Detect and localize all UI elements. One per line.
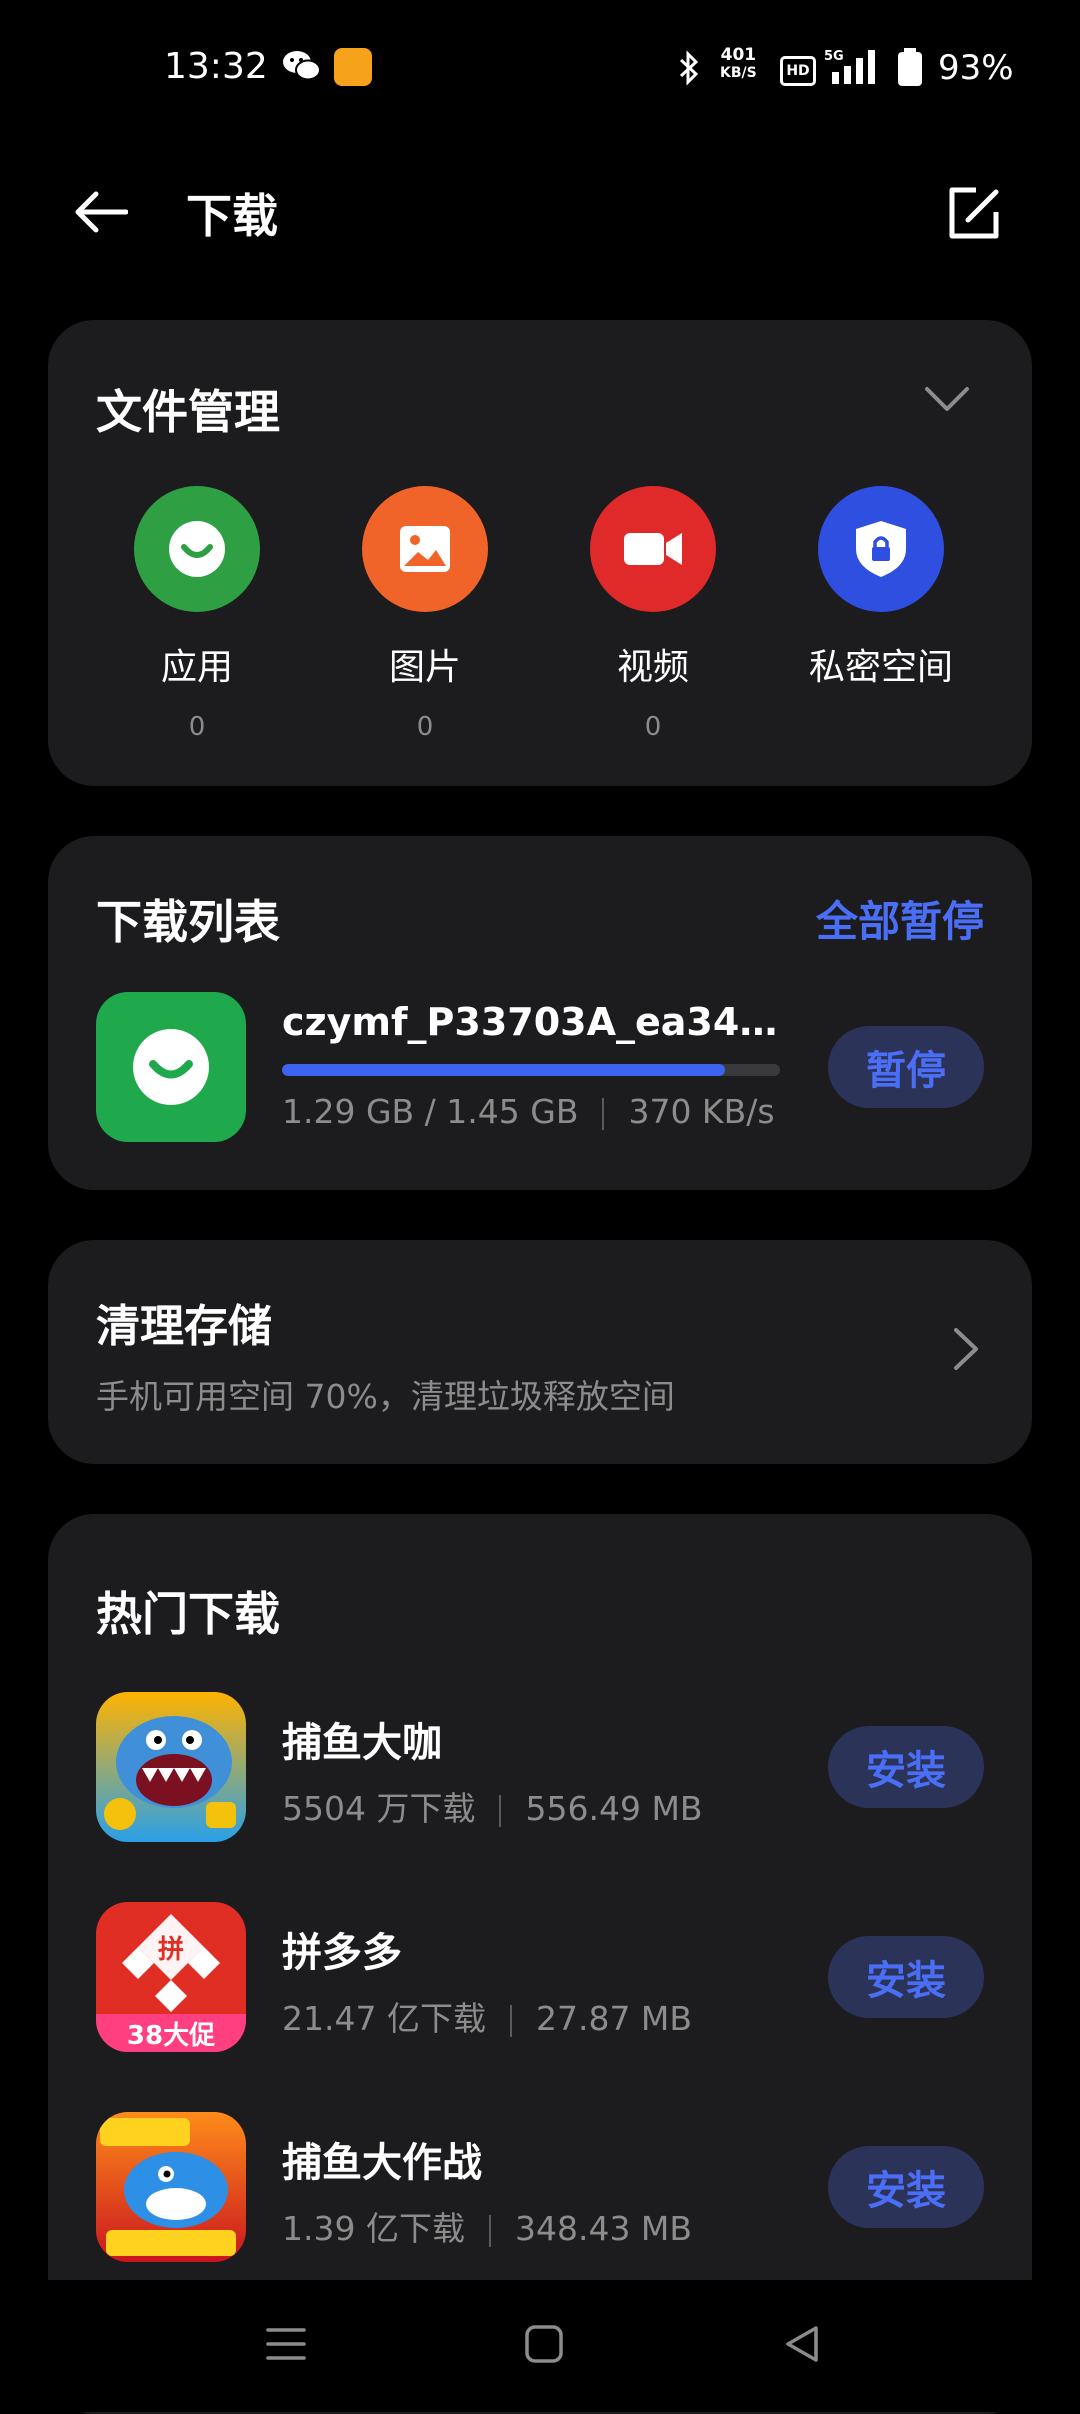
list-item[interactable]: 捕鱼大咖 5504 万下载 556.49 MB 安装 — [48, 1692, 1032, 1842]
list-item[interactable]: 捕鱼大作战 1.39 亿下载 348.43 MB 安装 — [48, 2112, 1032, 2262]
file-management-card: 文件管理 应用 0 图片 0 视频 0 私密空间 — [48, 320, 1032, 786]
bluetooth-icon — [679, 50, 699, 86]
back-arrow-icon[interactable] — [72, 190, 128, 234]
install-button[interactable]: 安装 — [828, 1726, 984, 1808]
hot-downloads-title: 热门下载 — [96, 1587, 280, 1641]
download-list-title: 下载列表 — [96, 895, 280, 949]
clean-storage-subtitle: 手机可用空间 70%，清理垃圾释放空间 — [96, 1377, 675, 1416]
status-bar: 13:32 401 KB/S HD 5G 93% — [0, 0, 1080, 140]
divider — [602, 1097, 605, 1130]
app-meta: 1.39 亿下载 348.43 MB — [282, 2209, 693, 2248]
clean-storage-title: 清理存储 — [96, 1301, 272, 1352]
image-icon — [362, 486, 488, 612]
download-file-name: czymf_P33703A_ea34f4... — [282, 1000, 782, 1044]
category-images[interactable]: 图片 0 — [345, 486, 505, 742]
wechat-icon — [283, 51, 321, 81]
install-button[interactable]: 安装 — [828, 2146, 984, 2228]
list-item[interactable]: 拼 38大促 拼多多 21.47 亿下载 27.87 MB 安装 — [48, 1902, 1032, 2052]
back-triangle-icon[interactable] — [782, 2324, 822, 2364]
chevron-right-icon — [954, 1328, 978, 1370]
download-progress-bar — [282, 1064, 780, 1076]
pause-all-button[interactable]: 全部暂停 — [816, 888, 984, 949]
category-videos[interactable]: 视频 0 — [573, 486, 733, 742]
navigation-bar — [0, 2280, 1080, 2412]
app-store-icon — [134, 486, 260, 612]
edit-icon[interactable] — [946, 186, 1002, 242]
pause-button[interactable]: 暂停 — [828, 1026, 984, 1108]
download-progress-fill — [282, 1064, 726, 1076]
status-time: 13:32 — [164, 46, 268, 87]
app-name: 捕鱼大作战 — [282, 2140, 482, 2186]
hd-badge: HD — [780, 56, 816, 86]
lock-shield-icon — [818, 486, 944, 612]
download-list-card: 下载列表 全部暂停 czymf_P33703A_ea34f4... 1.29 G… — [48, 836, 1032, 1190]
svg-text:5G: 5G — [824, 49, 844, 64]
file-management-title: 文件管理 — [96, 385, 280, 439]
download-meta: 1.29 GB / 1.45 GB 370 KB/s — [282, 1092, 775, 1131]
download-app-icon — [96, 992, 246, 1142]
clean-storage-card[interactable]: 清理存储 手机可用空间 70%，清理垃圾释放空间 — [48, 1240, 1032, 1464]
battery-icon — [898, 48, 922, 86]
svg-text:38大促: 38大促 — [127, 2021, 215, 2051]
svg-text:拼: 拼 — [158, 1935, 184, 1965]
download-size: 1.29 GB / 1.45 GB — [282, 1092, 579, 1131]
pinduoduo-icon: 拼 38大促 — [96, 1902, 246, 2052]
category-apps[interactable]: 应用 0 — [117, 486, 277, 742]
app-meta: 5504 万下载 556.49 MB — [282, 1789, 703, 1828]
app-name: 拼多多 — [282, 1930, 402, 1976]
install-button[interactable]: 安装 — [828, 1936, 984, 2018]
chevron-down-icon[interactable] — [924, 384, 970, 414]
page-title: 下载 — [186, 189, 278, 243]
menu-icon[interactable] — [266, 2324, 306, 2364]
app-meta: 21.47 亿下载 27.87 MB — [282, 1999, 693, 2038]
hot-downloads-card: 热门下载 捕鱼大咖 5504 万下载 556.49 MB 安装 拼 38大促 拼… — [48, 1514, 1032, 2414]
video-camera-icon — [590, 486, 716, 612]
category-private-space[interactable]: 私密空间 — [801, 486, 961, 712]
download-speed: 370 KB/s — [628, 1092, 775, 1131]
fishing-battle-game-icon — [96, 2112, 246, 2262]
app-name: 捕鱼大咖 — [282, 1720, 442, 1766]
signal-5g-icon: 5G — [824, 49, 875, 84]
home-icon[interactable] — [524, 2324, 564, 2364]
battery-percent: 93% — [938, 48, 1014, 88]
network-speed: 401 KB/S — [720, 45, 757, 81]
fishing-game-icon — [96, 1692, 246, 1842]
app-notification-icon — [334, 48, 372, 86]
